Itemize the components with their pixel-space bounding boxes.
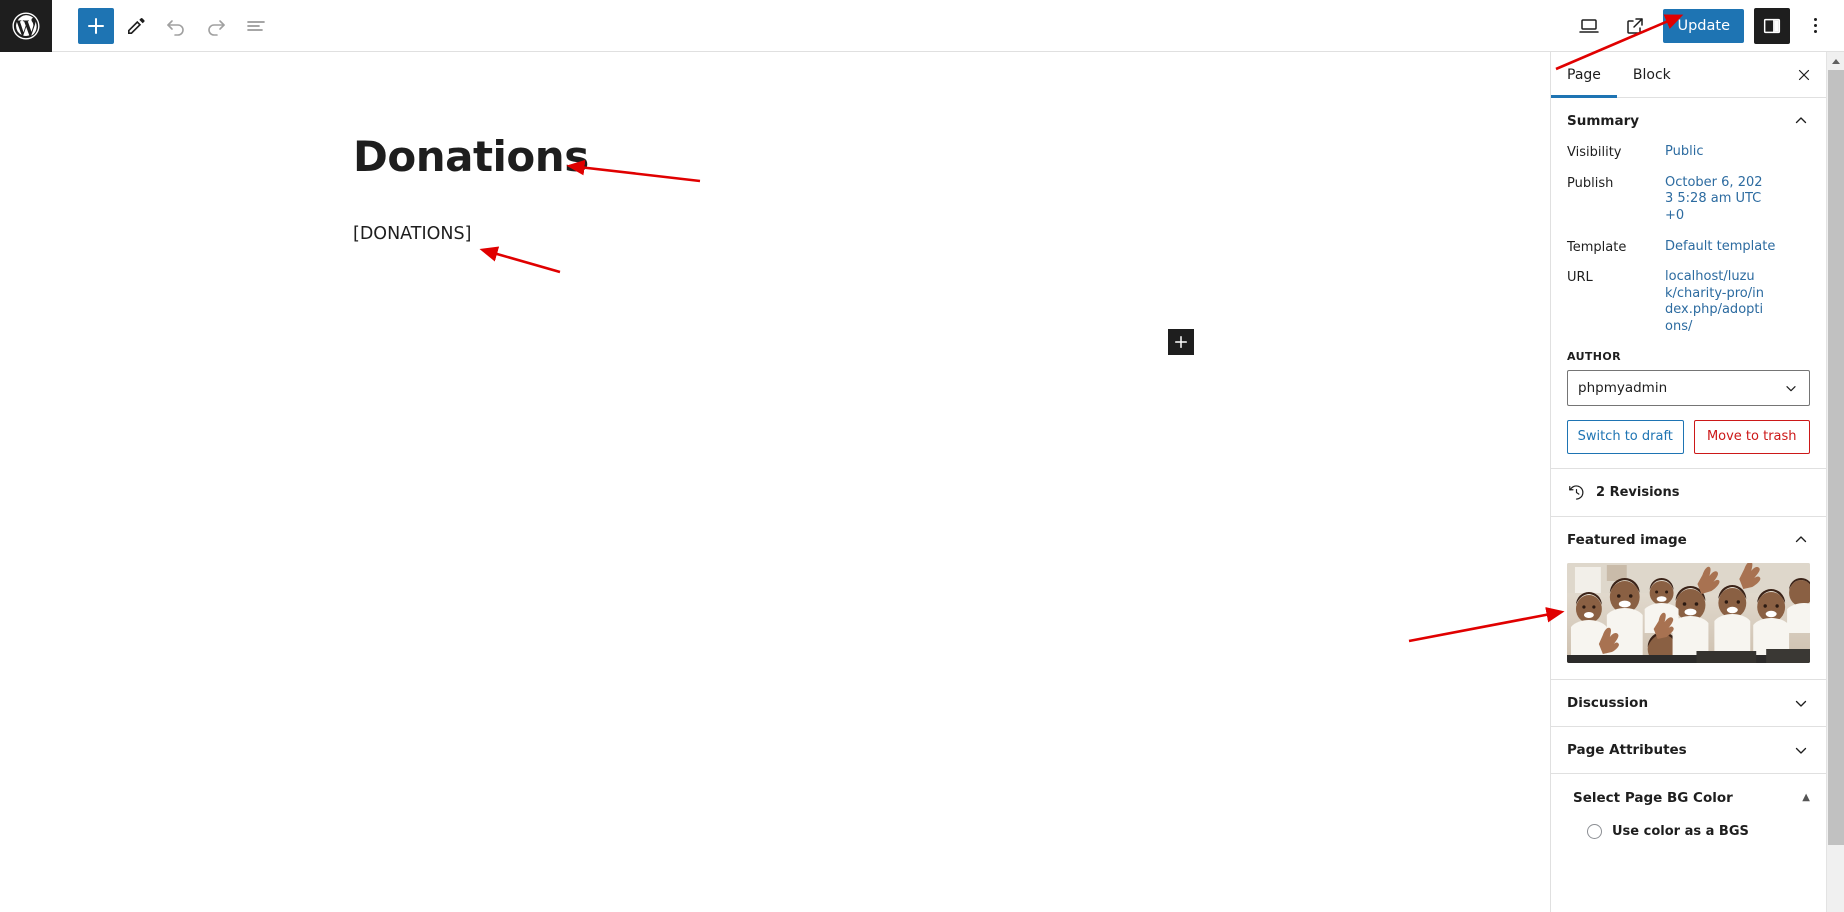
- redo-arrow-icon: [204, 14, 228, 38]
- summary-action-buttons: Switch to draft Move to trash: [1567, 419, 1810, 454]
- use-color-as-bgs-radio[interactable]: [1587, 823, 1602, 839]
- sidebar-panel-icon: [1761, 15, 1783, 37]
- panel-summary: Summary Visibility Public Publish Octobe…: [1551, 98, 1826, 469]
- panel-featured-image-header[interactable]: Featured image: [1551, 517, 1826, 563]
- redo-button[interactable]: [198, 8, 234, 44]
- revision-history-clock-icon: [1567, 483, 1586, 502]
- close-x-icon: [1795, 66, 1813, 84]
- triangle-up-icon: ▲: [1802, 792, 1810, 804]
- use-color-as-bgs-row[interactable]: Use color as a BGS: [1551, 816, 1826, 847]
- panel-page-attributes-title: Page Attributes: [1567, 741, 1687, 758]
- featured-image-body: [1551, 562, 1826, 679]
- panel-featured-image-title: Featured image: [1567, 531, 1687, 548]
- summary-value-visibility[interactable]: Public: [1665, 144, 1703, 161]
- panel-page-bg-color-title: Select Page BG Color: [1573, 789, 1733, 806]
- author-select-value: phpmyadmin: [1578, 379, 1668, 396]
- panel-discussion-title: Discussion: [1567, 694, 1649, 711]
- editor-root: Update Donations [DONATIONS] Page Block …: [0, 0, 1844, 912]
- summary-label-publish: Publish: [1567, 175, 1614, 191]
- scrollbar-thumb[interactable]: [1828, 70, 1844, 845]
- tab-page-label: Page: [1567, 66, 1601, 83]
- post-content-paragraph[interactable]: [DONATIONS]: [353, 224, 471, 244]
- chevron-up-icon: [1792, 112, 1810, 130]
- editor-canvas[interactable]: Donations [DONATIONS]: [0, 52, 1550, 912]
- toolbar-left-group: [52, 7, 274, 44]
- summary-label-url: URL: [1567, 270, 1593, 286]
- panel-summary-body: Visibility Public Publish October 6, 202…: [1551, 144, 1826, 468]
- use-color-as-bgs-label: Use color as a BGS: [1612, 823, 1749, 839]
- summary-row-publish: Publish October 6, 2023 5:28 am UTC+0: [1567, 175, 1810, 225]
- panel-page-bg-color-header[interactable]: Select Page BG Color ▲: [1551, 774, 1826, 816]
- panel-summary-header[interactable]: Summary: [1551, 98, 1826, 144]
- wordpress-logo-icon: [11, 11, 41, 41]
- settings-sidebar-toggle-button[interactable]: [1754, 7, 1790, 44]
- summary-row-visibility: Visibility Public: [1567, 144, 1810, 161]
- editor-top-toolbar: Update: [0, 0, 1844, 52]
- chevron-down-icon: [1783, 380, 1799, 396]
- options-menu-button[interactable]: [1800, 8, 1830, 44]
- tools-pencil-button[interactable]: [118, 8, 154, 44]
- update-button[interactable]: Update: [1663, 8, 1744, 43]
- inline-block-inserter-button[interactable]: [1168, 329, 1194, 355]
- summary-value-url[interactable]: localhost/luzuk/charity-pro/index.php/ad…: [1665, 269, 1765, 336]
- close-sidebar-button[interactable]: [1782, 52, 1826, 97]
- panel-page-attributes-header[interactable]: Page Attributes: [1551, 727, 1826, 773]
- scrollbar-up-arrow-icon[interactable]: [1827, 52, 1844, 70]
- summary-value-template[interactable]: Default template: [1665, 239, 1775, 256]
- revisions-label: 2 Revisions: [1596, 484, 1680, 500]
- tab-block-label: Block: [1632, 66, 1671, 83]
- sidebar-scrollbar[interactable]: [1826, 52, 1844, 912]
- panel-summary-title: Summary: [1567, 113, 1640, 129]
- wordpress-logo-button[interactable]: [0, 0, 52, 52]
- sidebar-tablist: Page Block: [1551, 52, 1826, 98]
- move-to-trash-button[interactable]: Move to trash: [1693, 419, 1810, 454]
- panel-featured-image: Featured image: [1551, 517, 1826, 680]
- panel-discussion: Discussion: [1551, 680, 1826, 727]
- page-title[interactable]: Donations: [353, 132, 589, 181]
- author-field-label: AUTHOR: [1567, 349, 1622, 363]
- undo-button[interactable]: [158, 8, 194, 44]
- tab-page[interactable]: Page: [1551, 52, 1617, 98]
- chevron-down-icon: [1792, 694, 1810, 712]
- author-select[interactable]: phpmyadmin: [1567, 369, 1810, 406]
- featured-image-thumbnail[interactable]: [1567, 562, 1810, 663]
- toolbar-right-group: Update: [1571, 7, 1844, 44]
- undo-arrow-icon: [164, 14, 188, 38]
- list-view-button[interactable]: [238, 8, 274, 44]
- summary-value-publish[interactable]: October 6, 2023 5:28 am UTC+0: [1665, 175, 1765, 225]
- summary-label-template: Template: [1567, 239, 1627, 255]
- view-page-button[interactable]: [1617, 8, 1653, 44]
- external-link-icon: [1623, 14, 1647, 38]
- panel-discussion-header[interactable]: Discussion: [1551, 680, 1826, 726]
- switch-to-draft-button[interactable]: Switch to draft: [1567, 419, 1684, 454]
- pencil-edit-icon: [124, 14, 148, 38]
- chevron-down-icon: [1792, 741, 1810, 759]
- chevron-up-icon: [1792, 531, 1810, 549]
- add-block-button[interactable]: [78, 7, 114, 44]
- desktop-preview-icon: [1577, 14, 1601, 38]
- panel-revisions: 2 Revisions: [1551, 469, 1826, 517]
- panel-page-attributes: Page Attributes: [1551, 727, 1826, 774]
- featured-image-illustration: [1567, 562, 1810, 663]
- summary-row-template: Template Default template: [1567, 239, 1810, 256]
- panel-page-bg-color: Select Page BG Color ▲ Use color as a BG…: [1551, 774, 1826, 847]
- tab-block[interactable]: Block: [1617, 52, 1687, 97]
- settings-sidebar: Page Block Summary Visibility Public Pub…: [1550, 52, 1826, 912]
- preview-button[interactable]: [1571, 8, 1607, 44]
- summary-label-visibility: Visibility: [1567, 145, 1622, 160]
- list-view-icon: [244, 14, 268, 38]
- revisions-link[interactable]: 2 Revisions: [1551, 469, 1826, 516]
- kebab-vertical-icon: [1813, 18, 1817, 33]
- summary-row-url: URL localhost/luzuk/charity-pro/index.ph…: [1567, 269, 1810, 336]
